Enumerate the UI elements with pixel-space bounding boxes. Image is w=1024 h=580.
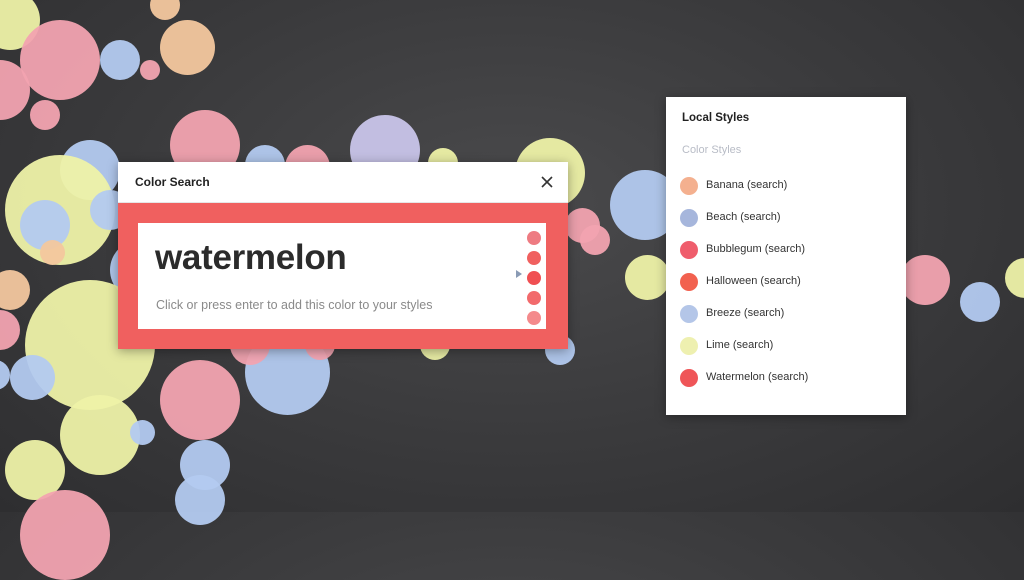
- decorative-bubble: [20, 490, 110, 580]
- decorative-bubble: [40, 240, 65, 265]
- decorative-bubble: [150, 0, 180, 20]
- add-color-hint: Click or press enter to add this color t…: [156, 298, 433, 312]
- style-label: Banana (search): [706, 179, 788, 191]
- style-label: Beach (search): [706, 211, 781, 223]
- decorative-bubble: [960, 282, 1000, 322]
- decorative-bubble: [1005, 258, 1024, 298]
- color-swatch: [680, 177, 698, 195]
- style-label: Bubblegum (search): [706, 243, 806, 255]
- style-item[interactable]: Bubblegum (search): [680, 240, 880, 260]
- shade-option[interactable]: [527, 271, 541, 285]
- panel-subtitle: Color Styles: [682, 144, 742, 156]
- style-label: Halloween (search): [706, 275, 801, 287]
- style-label: Lime (search): [706, 339, 774, 351]
- color-name: watermelon: [155, 238, 347, 277]
- local-styles-panel: Local Styles Color Styles Banana (search…: [666, 97, 906, 415]
- decorative-bubble: [60, 395, 140, 475]
- shade-option[interactable]: [527, 311, 541, 325]
- color-swatch: [680, 305, 698, 323]
- dialog-header: Color Search: [118, 162, 568, 203]
- decorative-bubble: [20, 20, 100, 100]
- shade-option[interactable]: [527, 231, 541, 245]
- decorative-bubble: [130, 420, 155, 445]
- decorative-bubble: [900, 255, 950, 305]
- color-swatch: [680, 337, 698, 355]
- color-swatch: [680, 241, 698, 259]
- shade-option[interactable]: [527, 251, 541, 265]
- close-icon: [541, 176, 553, 188]
- close-button[interactable]: [536, 171, 558, 193]
- decorative-bubble: [625, 255, 670, 300]
- decorative-bubble: [175, 475, 225, 525]
- style-item[interactable]: Lime (search): [680, 336, 880, 356]
- color-preview-frame: watermelon Click or press enter to add t…: [118, 203, 568, 349]
- style-item[interactable]: Beach (search): [680, 208, 880, 228]
- style-label: Watermelon (search): [706, 371, 809, 383]
- decorative-bubble: [140, 60, 160, 80]
- color-search-dialog: Color Search watermelon Click or press e…: [118, 162, 568, 349]
- shade-option[interactable]: [527, 291, 541, 305]
- decorative-bubble: [100, 40, 140, 80]
- dialog-title: Color Search: [135, 175, 210, 189]
- style-item[interactable]: Halloween (search): [680, 272, 880, 292]
- decorative-bubble: [0, 310, 20, 350]
- decorative-bubble: [160, 360, 240, 440]
- color-swatch: [680, 209, 698, 227]
- decorative-bubble: [160, 20, 215, 75]
- selected-shade-arrow-icon: [516, 270, 522, 278]
- decorative-bubble: [580, 225, 610, 255]
- style-item[interactable]: Watermelon (search): [680, 368, 880, 388]
- decorative-bubble: [0, 270, 30, 310]
- style-item[interactable]: Banana (search): [680, 176, 880, 196]
- color-swatch: [680, 369, 698, 387]
- decorative-bubble: [30, 100, 60, 130]
- panel-title: Local Styles: [682, 112, 750, 124]
- style-item[interactable]: Breeze (search): [680, 304, 880, 324]
- color-swatch: [680, 273, 698, 291]
- color-result-card[interactable]: watermelon Click or press enter to add t…: [138, 223, 546, 329]
- style-label: Breeze (search): [706, 307, 785, 319]
- decorative-bubble: [0, 360, 10, 390]
- decorative-bubble: [10, 355, 55, 400]
